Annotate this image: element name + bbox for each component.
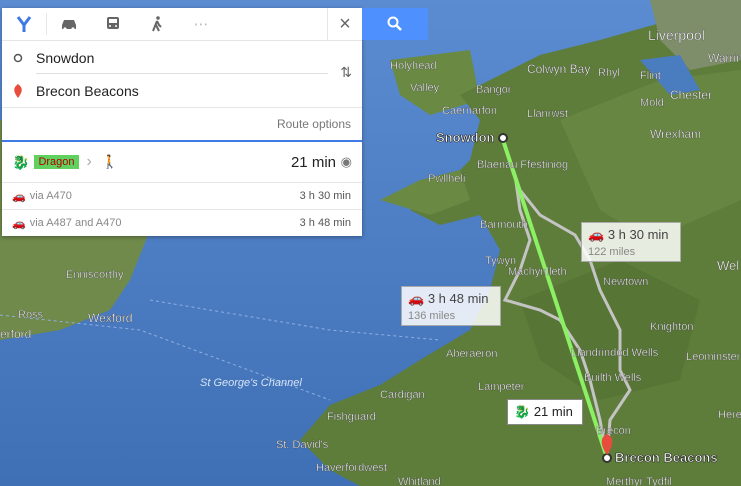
label-aberaeron: Aberaeron	[446, 348, 497, 360]
label-haverfordwest: Haverfordwest	[316, 462, 387, 474]
route-time: 3 h 30 min	[299, 190, 351, 202]
label-blaenau: Blaenau Ffestiniog	[477, 159, 568, 171]
destination-field[interactable]: Brecon Beacons	[2, 74, 362, 107]
destination-text: Brecon Beacons	[36, 82, 139, 99]
route-bubble-a487[interactable]: 🚗 3 h 48 min 136 miles	[401, 286, 501, 326]
label-flint: Flint	[640, 70, 661, 82]
label-leominster: Leominster	[686, 351, 741, 363]
destination-marker	[602, 453, 612, 463]
bubble-time: 21 min	[533, 404, 573, 419]
label-ross: Ross	[18, 309, 44, 321]
label-knighton: Knighton	[650, 321, 693, 333]
walk-icon: 🚶	[101, 154, 119, 169]
label-welshpool: Wel	[717, 258, 739, 273]
car-mode-icon[interactable]	[47, 8, 91, 40]
label-enniscorthy: Enniscorthy	[66, 269, 124, 281]
bubble-time: 3 h 48 min	[427, 291, 489, 306]
car-icon: 🚗	[12, 190, 26, 203]
destination-pin-icon	[14, 84, 22, 98]
label-valley: Valley	[410, 82, 440, 94]
swap-waypoints-icon[interactable]: ⇅	[340, 64, 352, 81]
label-wrexham: Wrexham	[650, 127, 701, 141]
origin-circle-icon	[13, 53, 23, 63]
route-via: via A487 and A470	[29, 217, 122, 229]
route-a470[interactable]: 🚗 via A470 3 h 30 min	[2, 182, 362, 209]
label-machynlleth: Machynlleth	[508, 266, 567, 278]
bubble-time: 3 h 30 min	[607, 227, 669, 242]
label-erford: erford	[0, 327, 31, 341]
label-destination: Brecon Beacons	[615, 450, 718, 465]
search-button[interactable]	[362, 8, 428, 40]
route-a487[interactable]: 🚗 via A487 and A470 3 h 48 min	[2, 209, 362, 236]
label-caernarfon: Caernarfon	[442, 105, 497, 117]
label-barmouth: Barmouth	[480, 219, 528, 231]
origin-field[interactable]: Snowdon	[2, 41, 362, 74]
dragon-badge: Dragon	[34, 155, 79, 169]
label-wexford: Wexford	[88, 311, 132, 325]
label-chester: Chester	[670, 88, 712, 102]
route-time: 21 min	[290, 153, 336, 171]
label-warrin: Warrin	[708, 51, 741, 65]
label-fishguard: Fishguard	[327, 411, 376, 423]
label-bangor: Bangor	[476, 84, 512, 96]
label-merthyr: Merthyr Tydfil	[606, 476, 672, 486]
directions-mode-icon[interactable]	[2, 8, 46, 40]
bubble-distance: 122 miles	[588, 246, 636, 258]
more-modes-icon[interactable]: ⋯	[179, 8, 223, 40]
label-llandrindod: Llandrindod Wells	[571, 347, 659, 359]
bubble-distance: 136 miles	[408, 310, 456, 322]
label-stgeorges: St George's Channel	[200, 377, 302, 389]
walk-mode-icon[interactable]	[135, 8, 179, 40]
dragon-icon: 🐉	[514, 404, 531, 419]
label-llanrwst: Llanrwst	[527, 108, 568, 120]
egg-icon: ◉	[340, 154, 352, 169]
origin-marker	[498, 133, 508, 143]
label-builth: Builth Wells	[584, 372, 642, 384]
label-origin: Snowdon	[436, 130, 495, 145]
close-icon[interactable]: ×	[327, 8, 362, 40]
route-time: 3 h 48 min	[299, 217, 351, 229]
label-pwllheli: Pwllheli	[428, 173, 465, 185]
label-cardigan: Cardigan	[380, 389, 425, 401]
label-lampeter: Lampeter	[478, 381, 525, 393]
label-rhyl: Rhyl	[598, 67, 620, 79]
transit-mode-icon[interactable]	[91, 8, 135, 40]
dragon-icon: 🐉	[12, 153, 30, 170]
label-colwyn: Colwyn Bay	[527, 62, 590, 76]
origin-text: Snowdon	[36, 49, 95, 66]
car-icon: 🚗	[408, 291, 425, 306]
label-liverpool: Liverpool	[648, 27, 705, 43]
car-icon: 🚗	[12, 217, 26, 230]
route-bubble-a470[interactable]: 🚗 3 h 30 min 122 miles	[581, 222, 681, 262]
car-icon: 🚗	[588, 227, 605, 242]
label-stdavids: St. David's	[276, 439, 329, 451]
label-whitland: Whitland	[398, 476, 441, 486]
label-newtown: Newtown	[603, 276, 648, 288]
route-bubble-dragon[interactable]: 🐉 21 min	[507, 399, 583, 425]
directions-panel: ⋯ × Snowdon Brecon Beacons ⇅ Route optio…	[2, 8, 362, 236]
label-brecon: Brecon	[596, 425, 631, 437]
route-options-link[interactable]: Route options	[2, 107, 362, 140]
travel-mode-bar: ⋯ ×	[2, 8, 362, 41]
search-icon	[387, 16, 402, 31]
route-via: via A470	[29, 190, 72, 202]
label-mold: Mold	[640, 97, 664, 109]
route-dragon[interactable]: 🐉 Dragon › 🚶 21 min ◉	[2, 140, 362, 182]
label-here: Here	[718, 409, 741, 421]
label-holyhead: Holyhead	[390, 60, 436, 72]
chevron-right-icon: ›	[86, 153, 92, 170]
